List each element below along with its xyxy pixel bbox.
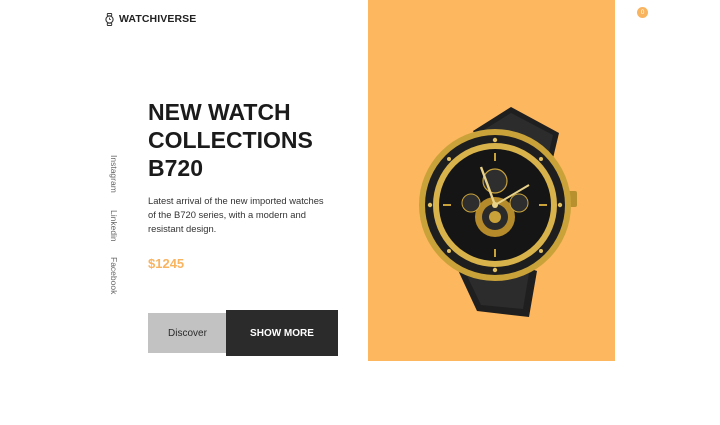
brand-name: WATCHIVERSE <box>119 13 197 25</box>
hero-title-line: COLLECTIONS <box>148 127 313 153</box>
product-price: $1245 <box>148 256 185 271</box>
social-link-facebook[interactable]: Facebook <box>103 257 119 294</box>
brand-logo[interactable]: WATCHIVERSE <box>105 12 196 26</box>
watch-product-image <box>411 105 581 320</box>
discover-button[interactable]: Discover <box>148 313 227 353</box>
hero-title-line: NEW WATCH <box>148 99 291 125</box>
watch-icon <box>105 12 114 26</box>
hero-description: Latest arrival of the new imported watch… <box>148 195 324 234</box>
cart-count-badge: 0 <box>637 7 648 18</box>
hero-title-line: B720 <box>148 155 203 181</box>
social-link-instagram[interactable]: Instagram <box>103 155 119 193</box>
social-link-linkedin[interactable]: Linkedin <box>103 210 119 242</box>
show-more-button[interactable]: SHOW MORE <box>226 310 338 356</box>
hero-title: NEW WATCH COLLECTIONS B720 <box>148 98 348 182</box>
social-links: Instagram Linkedin Facebook <box>103 155 119 305</box>
